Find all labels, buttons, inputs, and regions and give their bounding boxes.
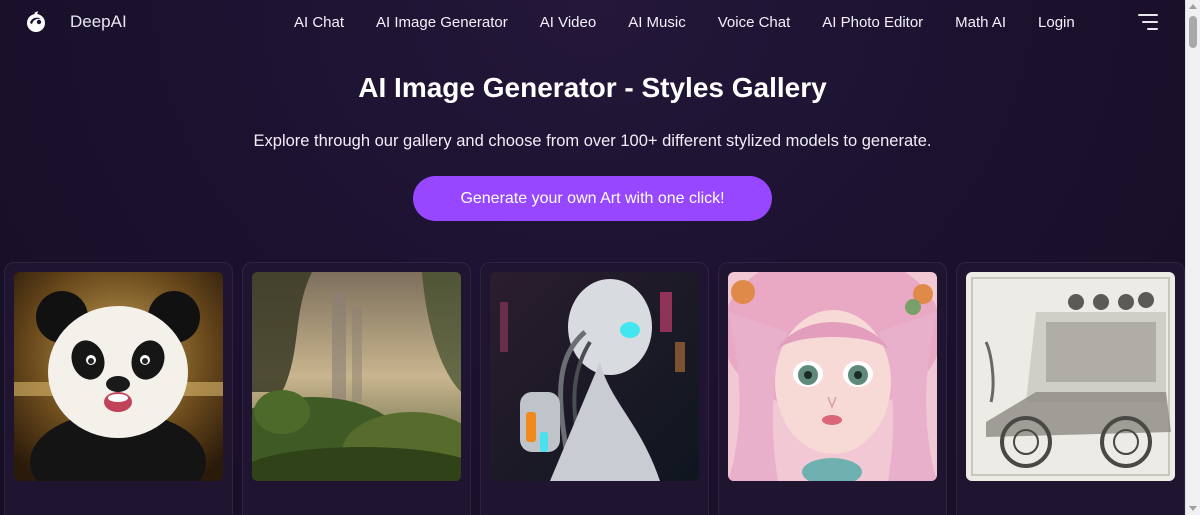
nav-login[interactable]: Login (1022, 14, 1091, 31)
nav-ai-video[interactable]: AI Video (524, 14, 612, 31)
gallery-image-sketch-car[interactable] (966, 272, 1175, 481)
gallery-card-robot[interactable] (480, 262, 709, 515)
hamburger-menu-icon[interactable] (1136, 14, 1158, 30)
nav-ai-music[interactable]: AI Music (612, 14, 702, 31)
page-subtitle: Explore through our gallery and choose f… (253, 132, 932, 150)
scrollbar-thumb[interactable] (1189, 16, 1197, 48)
deepai-logo-icon (27, 11, 45, 32)
nav-voice-chat[interactable]: Voice Chat (702, 14, 807, 31)
page: DeepAI AI Chat AI Image Generator AI Vid… (0, 0, 1185, 515)
page-title: AI Image Generator - Styles Gallery (358, 72, 827, 103)
gallery-image-robot[interactable] (490, 272, 699, 481)
gallery-card-panda[interactable] (4, 262, 233, 515)
nav-ai-chat[interactable]: AI Chat (278, 14, 360, 31)
gallery-image-anime-girl[interactable] (728, 272, 937, 481)
gallery-image-panda[interactable] (14, 272, 223, 481)
main-nav: AI Chat AI Image Generator AI Video AI M… (278, 0, 1091, 44)
site-header: DeepAI AI Chat AI Image Generator AI Vid… (0, 0, 1185, 44)
logo[interactable]: DeepAI (24, 10, 127, 34)
vertical-scrollbar[interactable] (1185, 0, 1200, 515)
gallery-image-jungle[interactable] (252, 272, 461, 481)
nav-math-ai[interactable]: Math AI (939, 14, 1022, 31)
brand-name: DeepAI (70, 12, 127, 31)
nav-ai-photo-editor[interactable]: AI Photo Editor (806, 14, 939, 31)
scroll-down-arrow-icon[interactable] (1189, 506, 1197, 511)
nav-ai-image-generator[interactable]: AI Image Generator (360, 14, 524, 31)
styles-gallery (4, 262, 1185, 515)
generate-art-button[interactable]: Generate your own Art with one click! (413, 176, 772, 221)
gallery-card-jungle[interactable] (242, 262, 471, 515)
gallery-card-sketch-car[interactable] (956, 262, 1185, 515)
scroll-up-arrow-icon[interactable] (1189, 4, 1197, 9)
gallery-card-anime-girl[interactable] (718, 262, 947, 515)
